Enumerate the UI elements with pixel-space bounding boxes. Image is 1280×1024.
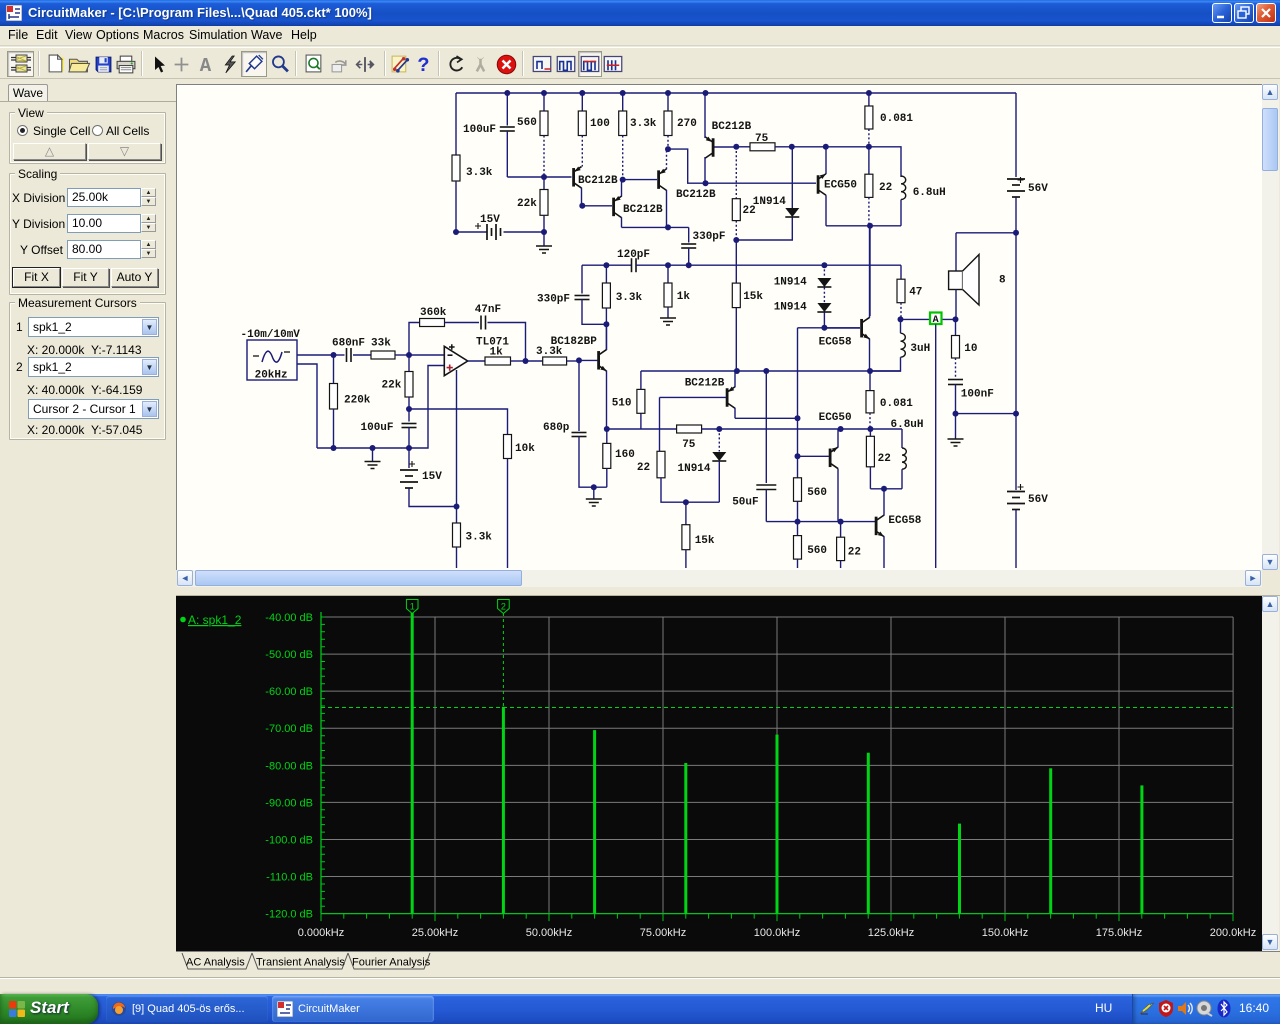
svg-text:50uF: 50uF [732,497,758,509]
svg-text:1N914: 1N914 [678,463,711,475]
svg-text:BC212B: BC212B [676,189,716,201]
svg-text:1k: 1k [490,347,504,359]
svg-text:200.0kHz: 200.0kHz [1210,927,1256,939]
svg-text:50.00kHz: 50.00kHz [526,927,572,939]
svg-text:75: 75 [682,439,696,451]
svg-text:100: 100 [590,118,610,130]
svg-text:2: 2 [501,602,506,612]
svg-text:15V: 15V [422,471,442,483]
svg-text:0.081: 0.081 [880,398,913,410]
svg-text:ECG58: ECG58 [888,515,921,527]
svg-text:15k: 15k [695,535,715,547]
svg-text:-10m/10mV: -10m/10mV [241,329,301,341]
svg-text:-100.0 dB: -100.0 dB [265,834,313,846]
svg-text:56V: 56V [1028,183,1048,195]
svg-text:10: 10 [964,343,977,355]
svg-text:680nF: 680nF [332,338,365,350]
svg-text:BC212B: BC212B [712,121,752,133]
svg-text:6.8uH: 6.8uH [891,419,924,431]
svg-text:Fourier Analysis: Fourier Analysis [352,957,431,969]
svg-text:BC212B: BC212B [623,204,663,216]
svg-text:22k: 22k [382,380,402,392]
svg-text:1N914: 1N914 [774,277,807,289]
svg-text:-120.0 dB: -120.0 dB [265,909,313,921]
svg-text:47nF: 47nF [475,304,501,316]
svg-text:1: 1 [410,602,415,612]
svg-text:A: A [933,315,939,326]
svg-text:25.00kHz: 25.00kHz [412,927,458,939]
svg-text:3.3k: 3.3k [466,532,493,544]
svg-text:100uF: 100uF [361,422,394,434]
svg-text:ECG50: ECG50 [824,180,857,192]
svg-text:-60.00 dB: -60.00 dB [265,686,313,698]
svg-text:3uH: 3uH [910,343,930,355]
svg-text:?: ? [417,55,429,74]
svg-text:BC212B: BC212B [685,378,725,390]
svg-text:AC Analysis: AC Analysis [186,957,245,969]
svg-text:1N914: 1N914 [774,302,807,314]
svg-text:ECG58: ECG58 [819,337,852,349]
svg-text:22: 22 [879,182,892,194]
svg-text:75: 75 [755,133,769,145]
svg-text:ECG50: ECG50 [819,412,852,424]
svg-text:A: A [199,55,211,74]
svg-text:56V: 56V [1028,494,1048,506]
svg-text:150.0kHz: 150.0kHz [982,927,1028,939]
svg-text:Transient Analysis: Transient Analysis [256,957,345,969]
svg-text:100.0kHz: 100.0kHz [754,927,800,939]
svg-text:220k: 220k [344,395,371,407]
svg-text:22k: 22k [517,198,537,210]
svg-text:1k: 1k [677,291,691,303]
svg-text:3.3k: 3.3k [466,167,493,179]
svg-text:120pF: 120pF [617,249,650,261]
svg-text:270: 270 [677,118,697,130]
svg-text:15V: 15V [480,214,500,226]
svg-text:8: 8 [999,275,1006,287]
svg-text:560: 560 [517,117,537,129]
svg-text:-50.00 dB: -50.00 dB [265,649,313,661]
svg-text:0.000kHz: 0.000kHz [298,927,344,939]
svg-text:33k: 33k [371,338,391,350]
svg-text:100uF: 100uF [463,124,496,136]
svg-text:680p: 680p [543,422,570,434]
svg-text:A: spk1_2: A: spk1_2 [188,613,242,627]
svg-text:560: 560 [807,545,827,557]
svg-text:20kHz: 20kHz [255,370,288,382]
svg-text:-90.00 dB: -90.00 dB [265,797,313,809]
svg-text:125.0kHz: 125.0kHz [868,927,914,939]
svg-text:175.0kHz: 175.0kHz [1096,927,1142,939]
svg-text:22: 22 [848,547,861,559]
svg-text:3.3k: 3.3k [616,292,643,304]
svg-text:100nF: 100nF [961,389,994,401]
svg-text:560: 560 [807,487,827,499]
svg-text:330pF: 330pF [537,294,570,306]
svg-text:3.3k: 3.3k [630,118,657,130]
svg-text:22: 22 [878,453,891,465]
svg-text:160: 160 [615,449,635,461]
svg-text:75.00kHz: 75.00kHz [640,927,686,939]
svg-text:15k: 15k [743,291,763,303]
svg-text:-110.0 dB: -110.0 dB [266,872,313,884]
svg-text:6.8uH: 6.8uH [913,187,946,199]
svg-text:0.081: 0.081 [880,113,913,125]
svg-text:1N914: 1N914 [753,196,786,208]
svg-text:360k: 360k [420,307,447,319]
svg-text:47: 47 [909,287,922,299]
svg-text:-70.00 dB: -70.00 dB [265,723,313,735]
svg-text:330pF: 330pF [693,231,726,243]
svg-text:-80.00 dB: -80.00 dB [265,760,313,772]
svg-text:BC182BP: BC182BP [551,336,598,348]
svg-text:BC212B: BC212B [578,175,618,187]
svg-text:22: 22 [637,462,650,474]
svg-text:10k: 10k [515,443,535,455]
svg-text:510: 510 [612,398,632,410]
svg-text:-40.00 dB: -40.00 dB [265,612,313,624]
